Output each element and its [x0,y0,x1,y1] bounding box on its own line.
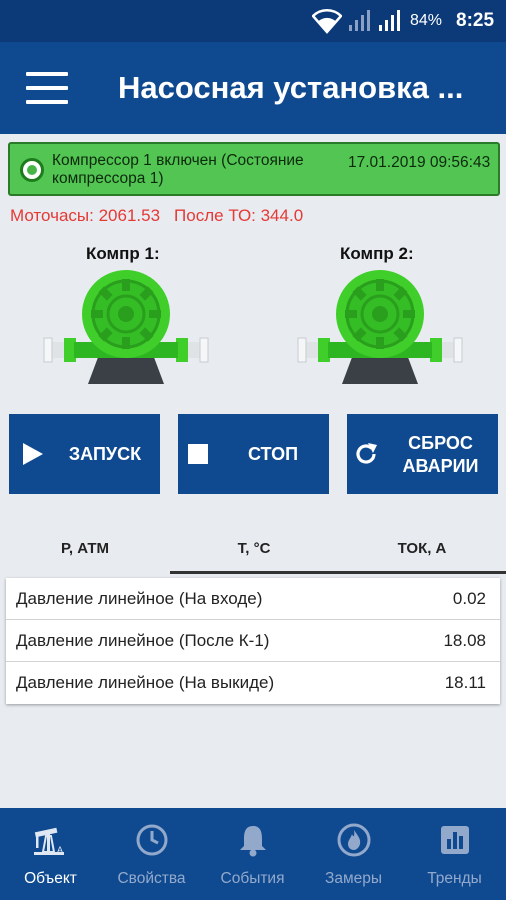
flame-icon [337,823,371,857]
nav-events[interactable]: События [202,808,303,900]
start-button[interactable]: ЗАПУСК [9,414,160,494]
compressor-status-alert[interactable]: Компрессор 1 включен (Состояние компресс… [8,142,500,196]
tab-temperature[interactable]: Т, °С [170,524,338,574]
nav-trends[interactable]: Тренды [404,808,505,900]
tab-indicator [170,571,506,574]
compressor-2-label: Компр 2: [340,244,414,263]
nav-object-label: Объект [24,870,77,887]
row-label: Давление линейное (После К-1) [16,631,270,650]
pump-jack-icon: A [34,827,64,855]
play-icon [23,443,43,465]
signal-icon [349,10,370,31]
alert-timestamp: 17.01.2019 09:56:43 [348,154,491,171]
row-value: 18.08 [443,631,486,650]
motor-hours: Моточасы: 2061.53 [10,206,161,225]
row-label: Давление линейное (На входе) [16,589,263,608]
clock-icon [136,824,168,856]
nav-properties-label: Свойства [117,870,186,887]
nav-measurements[interactable]: Замеры [303,808,404,900]
stop-label: СТОП [247,444,299,464]
measurement-tabs: Р, АТМ Т, °С ТОК, А [0,524,506,574]
table-row[interactable]: Давление линейное (На выкиде) 18.11 [6,662,500,704]
battery-percent: 84% [410,12,443,29]
stop-button[interactable]: СТОП [178,414,329,494]
signal-icon [379,10,400,31]
clock-time: 8:25 [456,10,495,31]
nav-object[interactable]: A Объект [0,808,101,900]
table-row[interactable]: Давление линейное (После К-1) 18.08 [6,620,500,662]
compressor-1-label: Компр 1: [86,244,160,263]
reset-label-line2: АВАРИИ [402,456,479,476]
compressor-2-icon[interactable] [294,266,466,390]
wifi-icon [312,9,342,34]
menu-icon[interactable] [26,72,68,104]
page-title: Насосная установка ... [118,70,464,105]
row-value: 0.02 [452,589,486,608]
nav-events-label: События [220,870,285,887]
app-bar: Насосная установка ... [0,42,506,134]
table-row[interactable]: Давление линейное (На входе) 0.02 [6,578,500,620]
row-label: Давление линейное (На выкиде) [16,673,275,692]
bar-chart-icon [441,826,469,854]
compressor-1-icon[interactable] [40,266,212,390]
nav-trends-label: Тренды [427,870,482,887]
counters: Моточасы: 2061.53 После ТО: 344.0 [10,206,303,226]
nav-properties[interactable]: Свойства [101,808,202,900]
row-value: 18.11 [444,673,486,692]
pressure-table: Давление линейное (На входе) 0.02 Давлен… [6,578,500,704]
svg-text:A: A [57,845,63,855]
tab-current[interactable]: ТОК, А [338,524,506,574]
after-service: После ТО: 344.0 [174,206,304,225]
reset-label-line1: СБРОС [408,433,473,453]
alert-message: Компрессор 1 включен (Состояние компресс… [52,152,304,187]
refresh-icon [356,443,377,464]
stop-icon [188,444,208,464]
start-label: ЗАПУСК [68,444,142,464]
nav-measurements-label: Замеры [324,870,383,887]
bottom-navigation: A Объект Свойства События Замеры Тренды [0,808,506,900]
tab-pressure[interactable]: Р, АТМ [0,524,170,574]
status-on-icon [20,158,44,182]
reset-alarm-button[interactable]: СБРОС АВАРИИ [347,414,498,494]
status-bar: 84% 8:25 [0,0,506,42]
bell-icon [240,826,266,857]
